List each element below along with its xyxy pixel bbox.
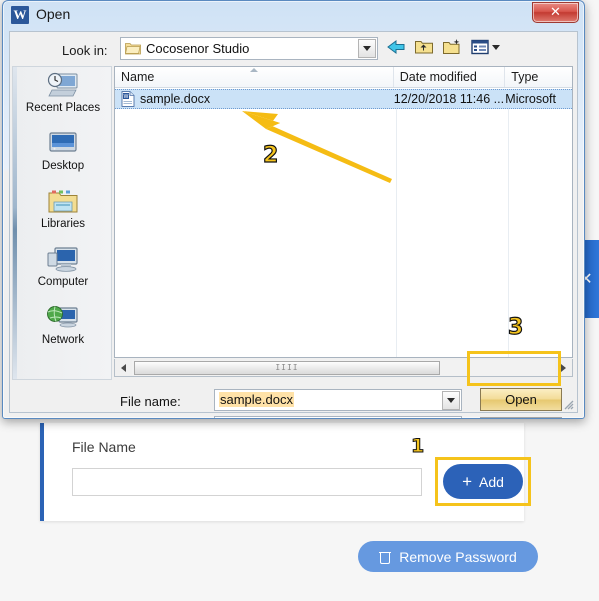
remove-password-button[interactable]: Remove Password	[358, 541, 538, 572]
sidebar-item-label: Desktop	[41, 160, 85, 172]
file-name-input[interactable]	[72, 468, 422, 496]
dialog-titlebar[interactable]: W Open ✕	[3, 1, 584, 29]
file-type-dropdown-button[interactable]	[442, 418, 460, 419]
word-icon: W	[11, 6, 29, 24]
scroll-left-button[interactable]	[115, 360, 132, 376]
views-control[interactable]	[470, 37, 500, 57]
resize-grip-icon[interactable]	[562, 398, 574, 410]
file-type-cell: Microsoft	[505, 92, 556, 106]
sidebar-item-computer[interactable]: Computer	[19, 245, 107, 301]
computer-icon	[47, 247, 78, 272]
libraries-icon	[48, 190, 78, 213]
scrollbar-thumb[interactable]: IIII	[134, 360, 440, 375]
sidebar-item-label: Recent Places	[25, 102, 101, 114]
desktop-icon	[49, 132, 77, 152]
file-type-combobox[interactable]: Microsoft Word Files(*.doc;*.docx)	[214, 416, 462, 419]
recent-places-icon	[47, 72, 78, 97]
file-name-field-label: File name:	[120, 394, 181, 409]
views-icon[interactable]	[470, 37, 490, 57]
back-icon[interactable]	[386, 37, 406, 57]
scrollbar-track[interactable]: IIII	[132, 359, 555, 376]
chevron-down-icon	[447, 398, 455, 403]
file-list-header: Name Date modified Type	[115, 67, 572, 88]
trash-icon	[379, 550, 392, 564]
look-in-combobox[interactable]: Cocosenor Studio	[120, 37, 378, 60]
file-list[interactable]: Name Date modified Type W sample.docx 12…	[114, 66, 573, 358]
dialog-body: Look in: Cocosenor Studio Recent Places …	[9, 31, 578, 418]
sidebar-item-label: Libraries	[40, 218, 86, 230]
remove-password-label: Remove Password	[399, 548, 517, 565]
sidebar-item-recent-places[interactable]: Recent Places	[19, 71, 107, 127]
sidebar-item-libraries[interactable]: Libraries	[19, 187, 107, 243]
open-file-dialog: W Open ✕ Look in: Cocosenor Studio Recen…	[2, 0, 585, 419]
file-name-value: sample.docx	[219, 392, 294, 407]
open-button[interactable]: Open	[480, 388, 562, 411]
sidebar-item-label: Network	[41, 334, 85, 346]
sidebar-item-network[interactable]: Network	[19, 303, 107, 359]
file-date-cell: 12/20/2018 11:46 ...	[393, 92, 505, 106]
grip-icon: IIII	[275, 363, 299, 372]
file-name-dropdown-button[interactable]	[442, 391, 460, 410]
dialog-title: Open	[36, 6, 71, 22]
column-separator	[396, 89, 397, 357]
add-button-label: Add	[479, 473, 504, 490]
sidebar-item-desktop[interactable]: Desktop	[19, 129, 107, 185]
table-row[interactable]: W sample.docx 12/20/2018 11:46 ... Micro…	[115, 89, 572, 109]
file-name-label: File Name	[72, 439, 136, 455]
add-button[interactable]: + Add	[443, 464, 523, 499]
chevron-left-icon	[121, 363, 126, 372]
annotation-marker-2: 2	[262, 142, 279, 168]
dialog-toolbar	[386, 37, 500, 57]
places-sidebar: Recent Places Desktop Libraries Computer…	[12, 66, 112, 380]
column-header-type[interactable]: Type	[505, 67, 572, 87]
sidebar-item-label: Computer	[37, 276, 89, 288]
new-folder-icon[interactable]	[442, 37, 462, 57]
file-name-cell: W sample.docx	[115, 91, 394, 107]
scroll-right-button[interactable]	[555, 360, 572, 376]
chevron-down-icon	[363, 46, 371, 51]
column-header-name[interactable]: Name	[115, 67, 394, 87]
close-button[interactable]: ✕	[532, 2, 579, 23]
cancel-button[interactable]: Cancel	[480, 417, 562, 418]
svg-text:W: W	[124, 94, 129, 100]
up-folder-icon[interactable]	[414, 37, 434, 57]
look-in-dropdown-button[interactable]	[358, 39, 376, 58]
annotation-marker-1: 1	[410, 435, 425, 458]
horizontal-scrollbar[interactable]: IIII	[114, 359, 573, 377]
file-name-text: sample.docx	[140, 92, 211, 106]
docx-file-icon: W	[121, 91, 135, 107]
file-name-combobox[interactable]: sample.docx	[214, 389, 462, 411]
plus-icon: +	[462, 472, 472, 491]
look-in-value: Cocosenor Studio	[146, 41, 250, 56]
look-in-label: Look in:	[62, 43, 108, 58]
chevron-right-icon	[561, 363, 566, 372]
network-icon	[47, 306, 78, 328]
chevron-down-icon[interactable]	[492, 44, 500, 50]
folder-icon	[125, 43, 141, 55]
annotation-marker-3: 3	[507, 314, 524, 340]
column-header-date-modified[interactable]: Date modified	[394, 67, 506, 87]
